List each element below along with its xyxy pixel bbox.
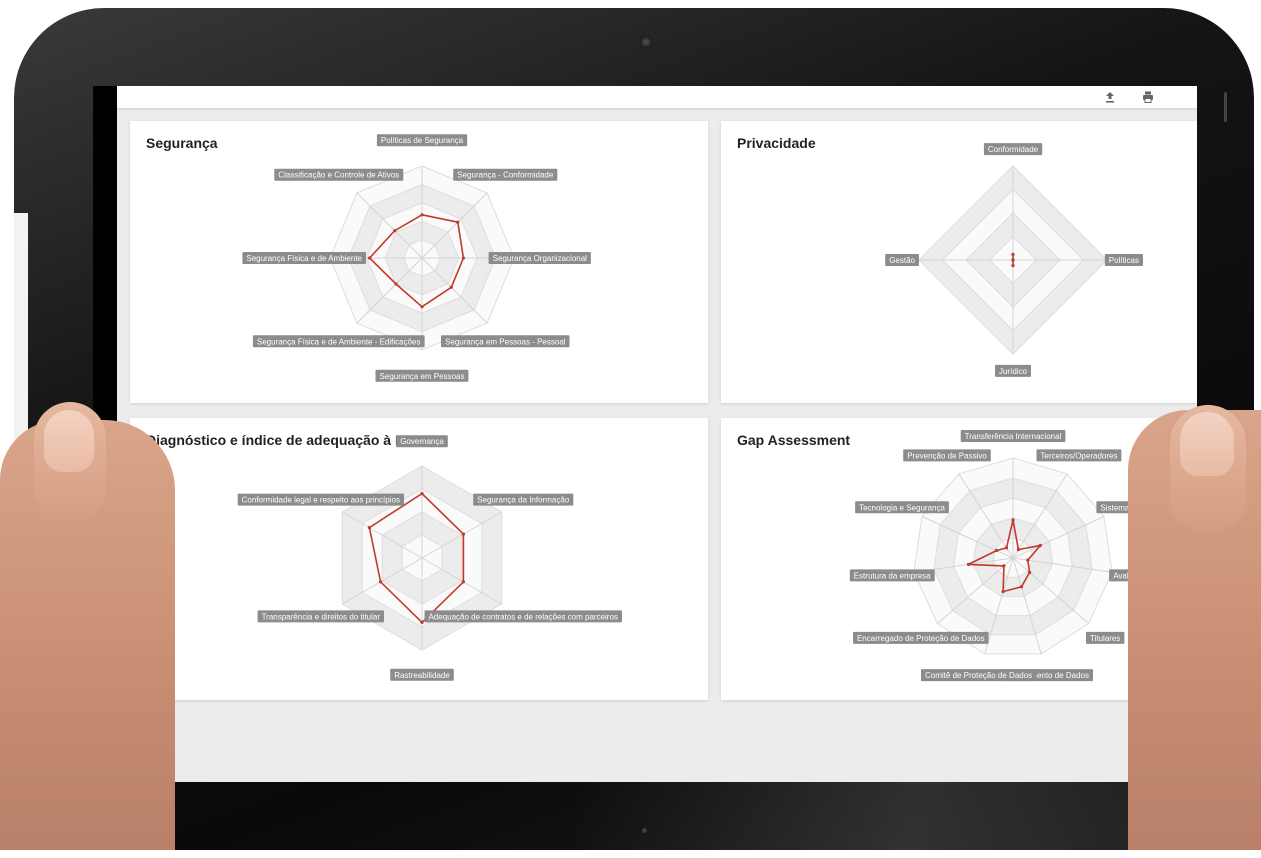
radar-axis-label: Segurança da Informação [473, 493, 574, 506]
radar-point [1038, 543, 1042, 548]
svg-text:Terceiros/Operadores: Terceiros/Operadores [1041, 451, 1118, 460]
radar-axis-label: Políticas [1104, 254, 1143, 266]
radar-axis-label: Segurança em Pessoas [375, 369, 469, 382]
svg-text:Rastreabilidade: Rastreabilidade [394, 671, 450, 680]
radar-point [995, 548, 999, 553]
radar-axis-label: Gestão [885, 254, 919, 266]
left-thumbnail [44, 410, 94, 472]
svg-text:Classificação e Controle de At: Classificação e Controle de Ativos [278, 171, 399, 180]
radar-axis-label: Segurança em Pessoas - Pessoal [441, 335, 570, 348]
svg-text:Segurança Física e de Ambiente: Segurança Física e de Ambiente - Edifica… [257, 337, 421, 346]
svg-text:Prevenção de Passivo: Prevenção de Passivo [907, 451, 987, 460]
radar-point [1011, 518, 1015, 522]
radar-axis-label: Transferência Internacional [960, 430, 1066, 442]
radar-point [1004, 546, 1009, 550]
svg-text:Transferência Internacional: Transferência Internacional [965, 432, 1062, 441]
chart-card-seguranca: Segurança Políticas de Segurança Seguranç… [130, 121, 708, 403]
radar-axis-label: Encarregado de Proteção de Dados [853, 631, 989, 644]
radar-point [420, 620, 424, 624]
radar-axis-label: Rastreabilidade [390, 668, 454, 681]
radar-axis-label: Titulares [1086, 631, 1125, 644]
radar-point [393, 229, 397, 233]
right-thumbnail [1180, 412, 1234, 476]
svg-text:Segurança em Pessoas - Pessoal: Segurança em Pessoas - Pessoal [445, 337, 566, 346]
radar-axis-label: Tecnologia e Segurança [855, 501, 949, 514]
svg-text:Estrutura da empresa: Estrutura da empresa [854, 571, 931, 580]
radar-axis-label: Segurança - Conformidade [453, 168, 558, 181]
radar-chart-privacidade: Conformidade Políticas Jurídico Gestão [885, 143, 1143, 377]
svg-text:Segurança - Conformidade: Segurança - Conformidade [457, 171, 554, 180]
svg-text:Segurança Física e de Ambiente: Segurança Física e de Ambiente [246, 254, 362, 263]
radar-point [420, 305, 424, 309]
top-toolbar [117, 86, 1197, 109]
radar-point [420, 492, 424, 496]
radar-point [1011, 264, 1015, 268]
radar-point [394, 282, 398, 286]
radar-point [379, 580, 383, 584]
print-icon[interactable] [1141, 90, 1155, 104]
radar-point [420, 213, 424, 217]
svg-text:Titulares: Titulares [1090, 634, 1120, 643]
svg-text:Tecnologia e Segurança: Tecnologia e Segurança [859, 503, 945, 512]
app-screen: Segurança Políticas de Segurança Seguranç… [93, 86, 1197, 782]
chart-card-lgpd: Diagnóstico e índice de adequação à LGPD… [130, 418, 708, 700]
radar-point [1026, 558, 1030, 562]
upload-icon[interactable] [1103, 90, 1117, 104]
radar-point [966, 562, 971, 566]
svg-text:Comitê de Proteção de Dados: Comitê de Proteção de Dados [925, 671, 1032, 680]
svg-text:Jurídico: Jurídico [999, 367, 1028, 376]
radar-axis-label: Transparência e direitos do titular [257, 610, 384, 623]
svg-text:Conformidade legal e respeito: Conformidade legal e respeito aos princí… [242, 496, 400, 505]
radar-point [1002, 564, 1006, 568]
radar-axis-label: Prevenção de Passivo [903, 449, 991, 462]
radar-chart-lgpd: Governança Segurança da Informação Adequaç… [237, 435, 622, 681]
radar-point [461, 256, 465, 260]
svg-text:Políticas: Políticas [1109, 256, 1139, 265]
radar-point [368, 256, 372, 260]
svg-text:Segurança Organizacional: Segurança Organizacional [493, 254, 588, 263]
radar-point [461, 532, 465, 536]
svg-text:Transparência e direitos do ti: Transparência e direitos do titular [262, 612, 381, 621]
camera-icon [640, 36, 652, 48]
radar-point [367, 526, 371, 530]
radar-point [461, 580, 465, 584]
radar-axis-label: Políticas de Segurança [376, 134, 468, 147]
radar-point [449, 285, 453, 289]
svg-text:Segurança da Informação: Segurança da Informação [477, 496, 570, 505]
radar-axis-label: Segurança Física e de Ambiente [242, 252, 366, 264]
radar-axis-label: Segurança Organizacional [488, 252, 591, 264]
radar-axis-label: Segurança Física e de Ambiente - Edifica… [252, 335, 425, 348]
radar-point [1011, 258, 1015, 262]
svg-text:Políticas de Segurança: Políticas de Segurança [381, 136, 464, 145]
radar-point [1001, 590, 1005, 594]
svg-text:Segurança em Pessoas: Segurança em Pessoas [380, 372, 465, 381]
svg-text:Conformidade: Conformidade [988, 145, 1039, 154]
chart-card-gap: Gap Assessment Transferência Internacion… [721, 418, 1197, 700]
radar-chart-gap: Transferência Internacional Terceiros/Ope… [849, 430, 1159, 682]
chart-card-privacidade: Privacidade Conformidade Políticas Jurídic… [721, 121, 1197, 403]
radar-axis-label: Jurídico [995, 364, 1031, 377]
radar-point [1028, 570, 1032, 574]
radar-axis-label: Comitê de Proteção de Dados [921, 669, 1037, 682]
svg-text:Adequação de contratos e de re: Adequação de contratos e de relações com… [428, 612, 617, 621]
svg-text:Governança: Governança [400, 437, 444, 446]
radar-axis-label: Estrutura da empresa [849, 569, 935, 582]
radar-axis-label: Terceiros/Operadores [1036, 449, 1122, 462]
radar-axis-label: Conformidade [983, 143, 1043, 156]
radar-axis-label: Governança [396, 435, 448, 448]
side-button [1224, 92, 1227, 122]
svg-text:Encarregado de Proteção de Dad: Encarregado de Proteção de Dados [857, 634, 985, 643]
radar-axis-label: Conformidade legal e respeito aos princí… [237, 493, 404, 506]
radar-point [1016, 548, 1020, 552]
radar-point [1019, 585, 1024, 589]
svg-text:Gestão: Gestão [889, 256, 915, 265]
radar-point [1011, 252, 1015, 256]
radar-axis-label: Adequação de contratos e de relações com… [424, 610, 622, 623]
radar-chart-seguranca: Políticas de Segurança Segurança - Confor… [242, 134, 591, 382]
radar-point [456, 220, 460, 224]
radar-axis-label: Classificação e Controle de Ativos [274, 168, 404, 181]
